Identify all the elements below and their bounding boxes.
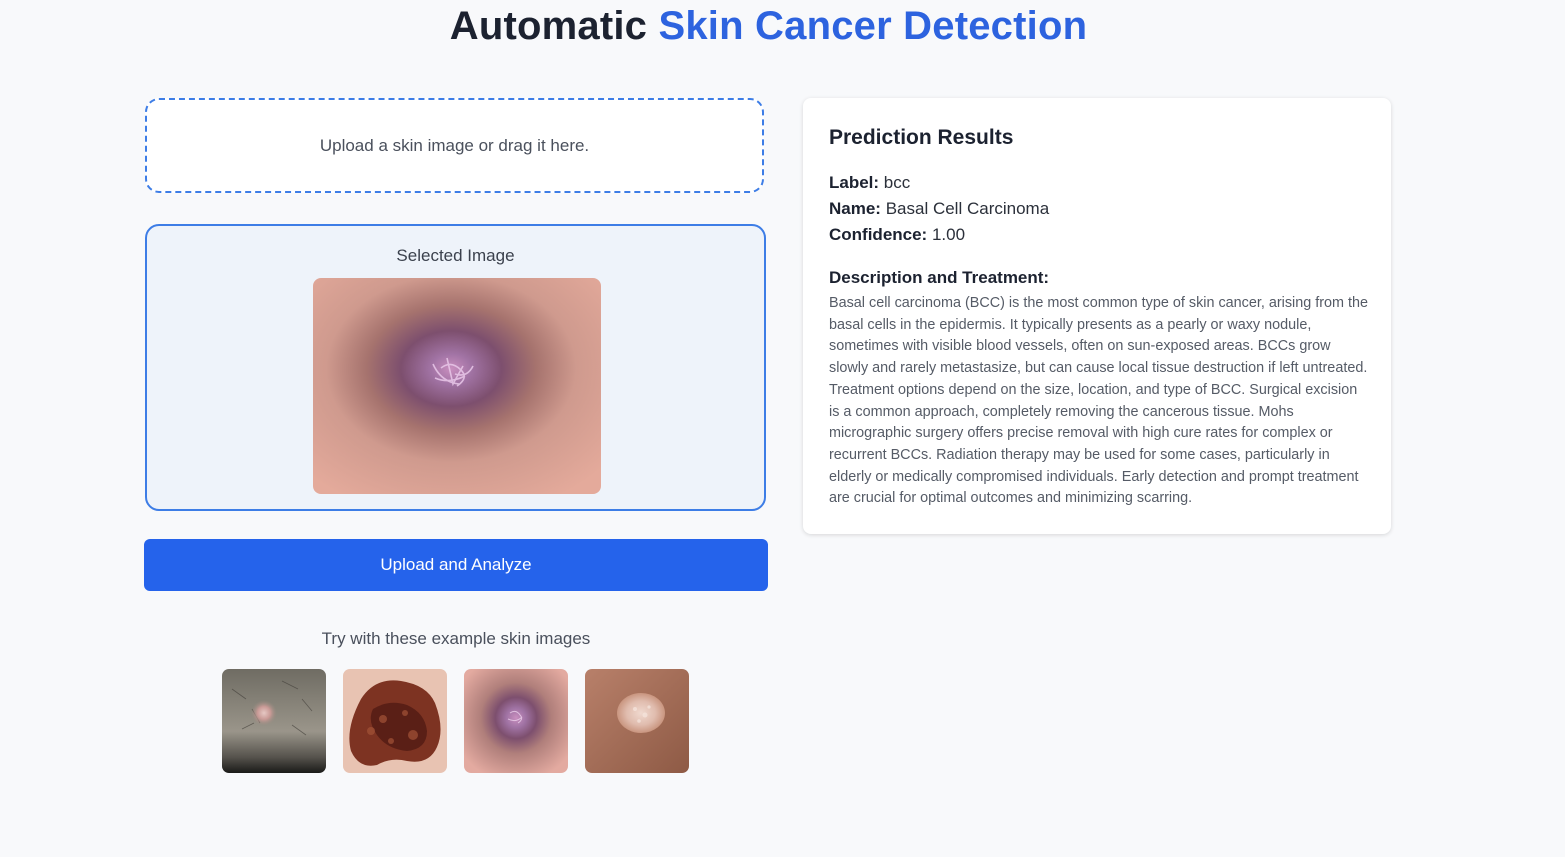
example-images: [222, 669, 689, 773]
name-key: Name:: [829, 199, 881, 218]
results-heading: Prediction Results: [829, 126, 1014, 149]
prediction-results-card: Prediction Results Label: bcc Name: Basa…: [803, 98, 1391, 534]
result-label-row: Label: bcc: [829, 173, 910, 193]
description-heading: Description and Treatment:: [829, 268, 1050, 287]
result-confidence-row: Confidence: 1.00: [829, 225, 965, 245]
name-value: Basal Cell Carcinoma: [885, 199, 1050, 218]
example-image-4[interactable]: [585, 669, 689, 773]
selected-image-label: Selected Image: [396, 246, 515, 265]
title-accent: Skin Cancer Detection: [658, 4, 1088, 48]
result-name-row: Name: Basal Cell Carcinoma: [829, 199, 1049, 219]
example-image-1[interactable]: [222, 669, 326, 773]
description-text: Basal cell carcinoma (BCC) is the most c…: [829, 295, 1369, 507]
confidence-key: Confidence:: [829, 225, 928, 244]
upload-and-analyze-button[interactable]: Upload and Analyze: [144, 539, 768, 591]
page-title: Automatic Skin Cancer Detection: [0, 4, 1537, 49]
confidence-value: 1.00: [931, 225, 966, 244]
selected-skin-image: [313, 278, 601, 494]
title-prefix: Automatic: [449, 4, 648, 48]
selected-image-panel: Selected Image: [145, 224, 766, 511]
examples-label: Try with these example skin images: [321, 629, 591, 648]
upload-dropzone[interactable]: Upload a skin image or drag it here.: [145, 98, 764, 193]
example-image-3[interactable]: [464, 669, 568, 773]
example-image-2[interactable]: [343, 669, 447, 773]
label-key: Label:: [829, 173, 880, 192]
label-value: bcc: [883, 173, 911, 192]
dropzone-text: Upload a skin image or drag it here.: [319, 135, 590, 155]
